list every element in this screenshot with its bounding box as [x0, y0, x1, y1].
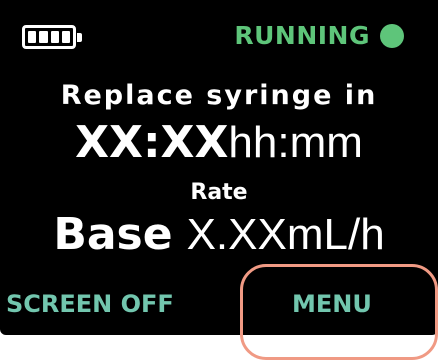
battery-cell	[39, 31, 48, 43]
status-dot-icon	[380, 23, 404, 48]
menu-button[interactable]: MENU	[292, 290, 372, 318]
rate-unit: mL/h	[286, 210, 385, 259]
time-remaining: XX:XXhh:mm	[0, 118, 438, 168]
rate-label: Rate	[190, 180, 248, 205]
battery-cell	[61, 31, 70, 43]
battery-cell	[50, 31, 59, 43]
run-status: RUNNING	[234, 21, 404, 50]
time-remaining-value: XX:XX	[75, 117, 229, 168]
screen-off-button[interactable]: SCREEN OFF	[6, 290, 174, 318]
battery-cell	[28, 31, 37, 43]
rate-value: X.XXmL/h	[187, 210, 385, 259]
run-status-label: RUNNING	[234, 21, 370, 50]
rate-prefix: Base	[53, 209, 173, 260]
rate-number: X.XX	[186, 210, 287, 259]
battery-icon	[22, 25, 82, 49]
pump-screen: RUNNING Replace syringe in XX:XXhh:mm Ra…	[0, 0, 438, 335]
replace-syringe-label: Replace syringe in	[60, 80, 378, 111]
battery-terminal	[77, 33, 82, 42]
time-remaining-unit: hh:mm	[228, 118, 363, 167]
rate-readout: Base X.XXmL/h	[0, 208, 438, 262]
